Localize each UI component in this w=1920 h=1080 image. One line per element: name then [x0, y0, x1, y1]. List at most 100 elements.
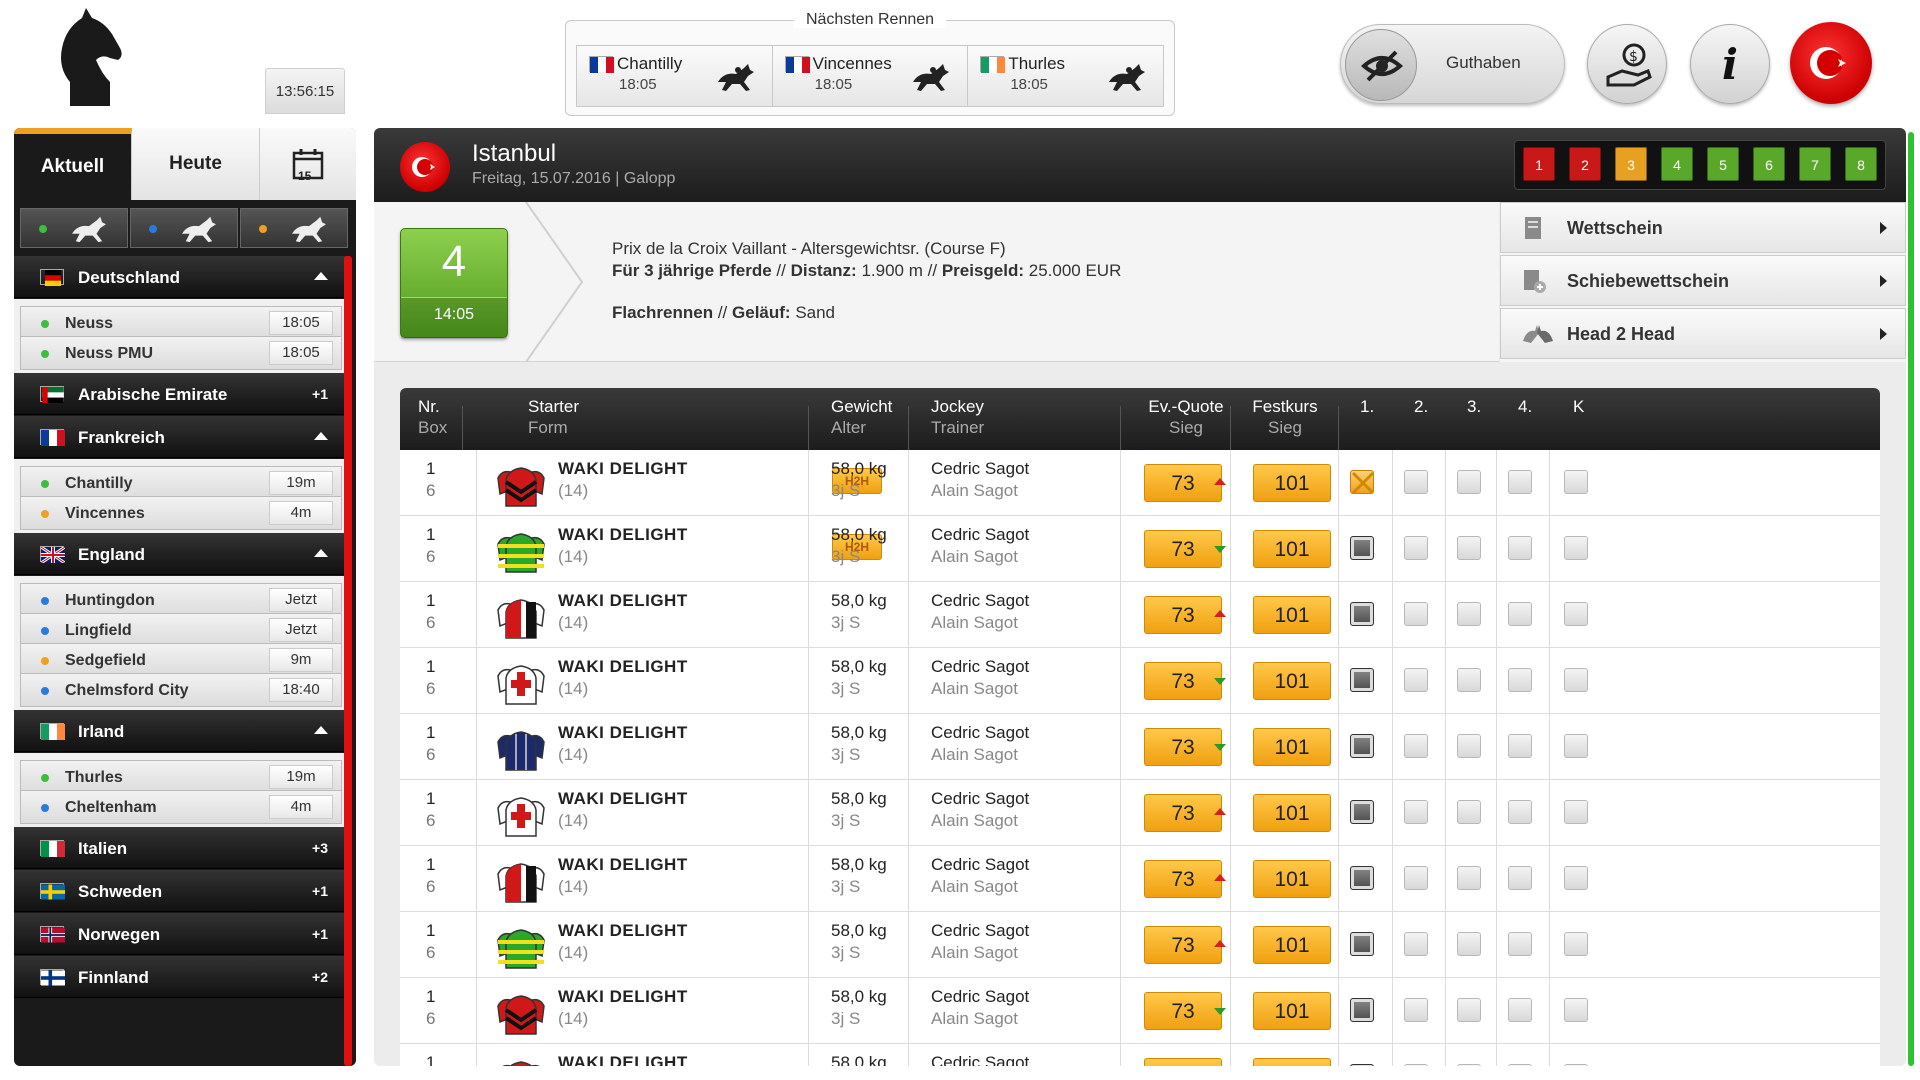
sidebar-scrollbar[interactable]	[344, 256, 352, 1066]
filter-gallop-horse[interactable]	[20, 208, 128, 248]
track-chelmsford-city[interactable]: Chelmsford City 18:40	[20, 673, 342, 707]
place-checkbox[interactable]	[1457, 734, 1481, 758]
action-wettschein[interactable]: Wettschein	[1500, 202, 1906, 253]
table-row[interactable]: 1 6 WAKI DELIGHT (14) 58,0 kg 3j S Cedri…	[400, 714, 1880, 780]
tab-calendar[interactable]: 15	[260, 128, 356, 200]
track-chantilly[interactable]: Chantilly 19m	[20, 466, 342, 500]
table-row[interactable]: 1 6 WAKI DELIGHT (14) H2H 58,0 kg 3j S Ce…	[400, 516, 1880, 582]
place-checkbox[interactable]	[1404, 998, 1428, 1022]
race-button-8[interactable]: 8	[1845, 147, 1877, 181]
fixed-odds-button[interactable]: 101	[1253, 464, 1331, 502]
table-row[interactable]: 1 6 WAKI DELIGHT (14) 58,0 kg 3j S Cedri…	[400, 1044, 1880, 1066]
place-checkbox[interactable]	[1350, 668, 1374, 692]
horse-name[interactable]: WAKI DELIGHT	[558, 722, 688, 744]
table-row[interactable]: 1 6 WAKI DELIGHT (14) 58,0 kg 3j S Cedri…	[400, 582, 1880, 648]
race-button-7[interactable]: 7	[1799, 147, 1831, 181]
horse-name[interactable]: WAKI DELIGHT	[558, 920, 688, 942]
track-neuss[interactable]: Neuss 18:05	[20, 306, 342, 340]
place-checkbox[interactable]	[1564, 800, 1588, 824]
place-checkbox[interactable]	[1508, 536, 1532, 560]
scratched-checkbox[interactable]	[1350, 470, 1375, 495]
place-checkbox[interactable]	[1564, 602, 1588, 626]
place-checkbox[interactable]	[1457, 470, 1481, 494]
fixed-odds-button[interactable]: 101	[1253, 860, 1331, 898]
race-button-3[interactable]: 3	[1615, 147, 1647, 181]
deposit-button[interactable]: $	[1587, 24, 1667, 104]
ev-quote-button[interactable]: 73	[1144, 992, 1222, 1030]
place-checkbox[interactable]	[1564, 668, 1588, 692]
hide-eye-icon[interactable]	[1345, 29, 1417, 101]
balance-toggle[interactable]: Guthaben	[1340, 24, 1565, 104]
fixed-odds-button[interactable]: 101	[1253, 530, 1331, 568]
place-checkbox[interactable]	[1350, 734, 1374, 758]
table-row[interactable]: 1 6 WAKI DELIGHT (14) H2H 58,0 kg 3j S Ce…	[400, 450, 1880, 516]
place-checkbox[interactable]	[1404, 1064, 1428, 1066]
country-finnland[interactable]: Finnland +2	[14, 956, 350, 998]
place-checkbox[interactable]	[1564, 866, 1588, 890]
ev-quote-button[interactable]: 73	[1144, 596, 1222, 634]
collapse-arrow-icon[interactable]	[314, 549, 328, 557]
race-button-6[interactable]: 6	[1753, 147, 1785, 181]
place-checkbox[interactable]	[1404, 668, 1428, 692]
fixed-odds-button[interactable]: 101	[1253, 926, 1331, 964]
next-race-thurles[interactable]: Thurles 18:05	[968, 46, 1163, 106]
place-checkbox[interactable]	[1508, 866, 1532, 890]
race-button-2[interactable]: 2	[1569, 147, 1601, 181]
track-thurles[interactable]: Thurles 19m	[20, 760, 342, 794]
fixed-odds-button[interactable]: 101	[1253, 1058, 1331, 1066]
place-checkbox[interactable]	[1508, 998, 1532, 1022]
fixed-odds-button[interactable]: 101	[1253, 992, 1331, 1030]
place-checkbox[interactable]	[1457, 998, 1481, 1022]
collapse-arrow-icon[interactable]	[314, 432, 328, 440]
country-arabische-emirate[interactable]: Arabische Emirate +1	[14, 373, 350, 415]
next-race-vincennes[interactable]: Vincennes 18:05	[773, 46, 969, 106]
horse-name[interactable]: WAKI DELIGHT	[558, 458, 688, 480]
ev-quote-button[interactable]: 73	[1144, 728, 1222, 766]
race-button-1[interactable]: 1	[1523, 147, 1555, 181]
place-checkbox[interactable]	[1350, 602, 1374, 626]
track-cheltenham[interactable]: Cheltenham 4m	[20, 790, 342, 824]
info-button[interactable]: i	[1690, 24, 1770, 104]
place-checkbox[interactable]	[1457, 1064, 1481, 1066]
place-checkbox[interactable]	[1350, 998, 1374, 1022]
turkey-flag-button[interactable]	[1790, 22, 1872, 104]
place-checkbox[interactable]	[1350, 800, 1374, 824]
tab-aktuell[interactable]: Aktuell	[14, 128, 132, 200]
table-row[interactable]: 1 6 WAKI DELIGHT (14) 58,0 kg 3j S Cedri…	[400, 912, 1880, 978]
place-checkbox[interactable]	[1404, 932, 1428, 956]
fixed-odds-button[interactable]: 101	[1253, 794, 1331, 832]
ev-quote-button[interactable]: 73	[1144, 926, 1222, 964]
place-checkbox[interactable]	[1564, 998, 1588, 1022]
place-checkbox[interactable]	[1508, 602, 1532, 626]
horse-name[interactable]: WAKI DELIGHT	[558, 656, 688, 678]
race-button-4[interactable]: 4	[1661, 147, 1693, 181]
horse-name[interactable]: WAKI DELIGHT	[558, 524, 688, 546]
place-checkbox[interactable]	[1508, 1064, 1532, 1066]
ev-quote-button[interactable]: 73	[1144, 794, 1222, 832]
place-checkbox[interactable]	[1508, 800, 1532, 824]
place-checkbox[interactable]	[1404, 470, 1428, 494]
place-checkbox[interactable]	[1404, 866, 1428, 890]
country-england[interactable]: England	[14, 533, 350, 575]
country-irland[interactable]: Irland	[14, 710, 350, 752]
horse-name[interactable]: WAKI DELIGHT	[558, 1052, 688, 1066]
collapse-arrow-icon[interactable]	[314, 726, 328, 734]
country-schweden[interactable]: Schweden +1	[14, 870, 350, 912]
track-sedgefield[interactable]: Sedgefield 9m	[20, 643, 342, 677]
place-checkbox[interactable]	[1350, 866, 1374, 890]
table-row[interactable]: 1 6 WAKI DELIGHT (14) 58,0 kg 3j S Cedri…	[400, 648, 1880, 714]
place-checkbox[interactable]	[1350, 1064, 1374, 1066]
horse-name[interactable]: WAKI DELIGHT	[558, 590, 688, 612]
place-checkbox[interactable]	[1564, 470, 1588, 494]
place-checkbox[interactable]	[1404, 800, 1428, 824]
horse-name[interactable]: WAKI DELIGHT	[558, 788, 688, 810]
ev-quote-button[interactable]: 73	[1144, 1058, 1222, 1066]
collapse-arrow-icon[interactable]	[314, 272, 328, 280]
track-vincennes[interactable]: Vincennes 4m	[20, 496, 342, 530]
place-checkbox[interactable]	[1350, 536, 1374, 560]
table-row[interactable]: 1 6 WAKI DELIGHT (14) 58,0 kg 3j S Cedri…	[400, 780, 1880, 846]
country-norwegen[interactable]: Norwegen +1	[14, 913, 350, 955]
place-checkbox[interactable]	[1457, 668, 1481, 692]
fixed-odds-button[interactable]: 101	[1253, 728, 1331, 766]
place-checkbox[interactable]	[1508, 734, 1532, 758]
